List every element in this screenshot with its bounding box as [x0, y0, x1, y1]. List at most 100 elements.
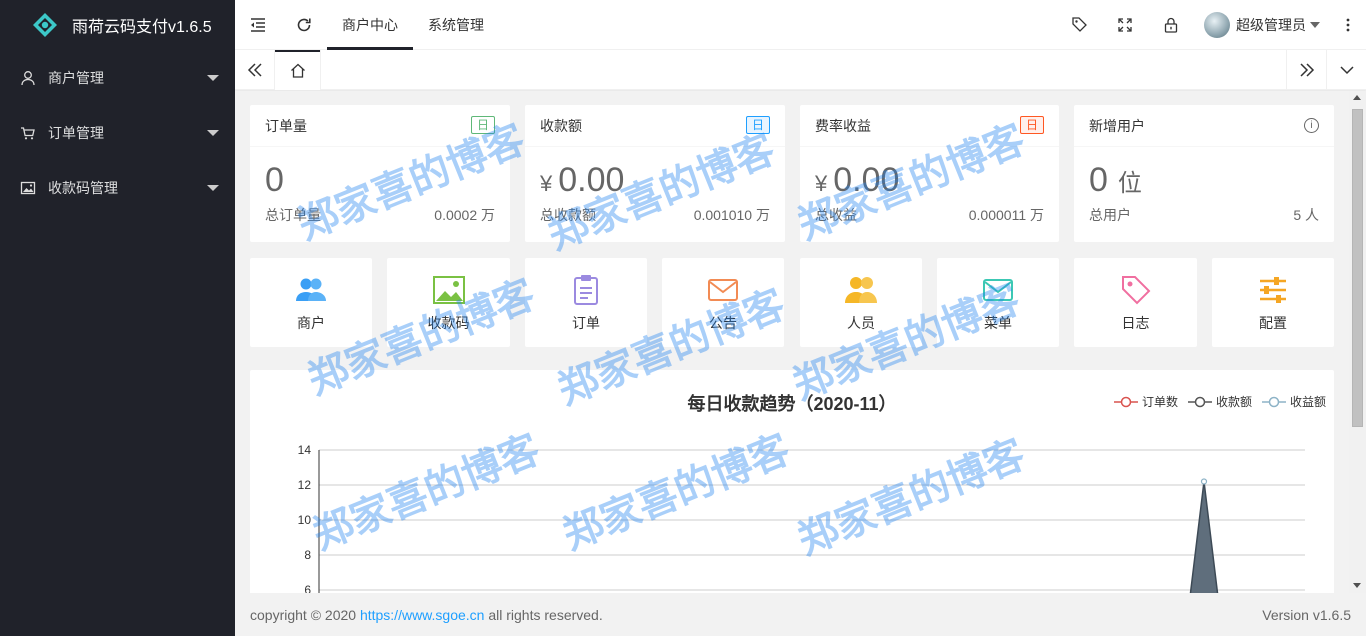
stat-value-number: 0: [265, 161, 284, 199]
lock-screen-button[interactable]: [1148, 0, 1194, 50]
double-chevron-right-icon: [1299, 63, 1314, 77]
shortcut-merchant[interactable]: 商户: [250, 258, 372, 347]
envelope-icon: [983, 278, 1013, 301]
picture-icon: [432, 275, 465, 304]
stat-card-new-users: 新增用户 i 0位 总用户 5 人: [1074, 105, 1334, 242]
stat-card-orders: 订单量 日 0 总订单量 0.0002 万: [250, 105, 510, 242]
tabs-scroll-left-button[interactable]: [235, 50, 275, 90]
currency-symbol: ¥: [815, 171, 828, 196]
stat-foot-value: 5 人: [1293, 207, 1319, 223]
stat-value-number: 0.00: [558, 161, 625, 199]
data-point[interactable]: [1200, 478, 1208, 485]
sliders-icon: [1260, 276, 1286, 303]
mail-icon: [708, 278, 738, 301]
people-icon: [845, 276, 877, 303]
clipboard-icon: [574, 274, 598, 305]
y-tick-label: 14: [298, 443, 312, 457]
users-icon: [296, 278, 326, 301]
fullscreen-button[interactable]: [1102, 0, 1148, 50]
y-tick-label: 8: [304, 548, 311, 562]
shortcut-config[interactable]: 配置: [1212, 258, 1334, 347]
y-tick-label: 6: [304, 583, 311, 593]
sidebar: 雨荷云码支付v1.6.5 商户管理 订单管理 收款码管理: [0, 0, 235, 636]
tabs-menu-button[interactable]: [1326, 50, 1366, 90]
double-chevron-left-icon: [247, 63, 262, 77]
stat-value: ¥0.00: [815, 147, 1044, 205]
theme-button[interactable]: [1056, 0, 1102, 50]
version: Version v1.6.5: [1262, 606, 1351, 623]
shortcut-menu[interactable]: 菜单: [937, 258, 1059, 347]
collapse-menu-button[interactable]: [235, 0, 281, 50]
y-tick-label: 12: [298, 478, 312, 492]
sidebar-item-qrcode[interactable]: 收款码管理: [0, 160, 235, 215]
stat-card-fee-income: 费率收益 日 ¥0.00 总收益 0.000011 万: [800, 105, 1059, 242]
scroll-up-arrow-icon[interactable]: [1353, 95, 1361, 100]
shortcut-label: 菜单: [984, 314, 1012, 331]
stat-value-number: 0: [1089, 161, 1108, 199]
caret-down-icon: [207, 75, 219, 81]
refresh-icon: [297, 18, 311, 31]
scroll-down-arrow-icon[interactable]: [1353, 583, 1361, 588]
scrollbar-thumb[interactable]: [1352, 109, 1363, 427]
shortcut-staff[interactable]: 人员: [800, 258, 922, 347]
main-content: 订单量日 0 总订单量 0.0002 万 收款额日 ¥0.00 总收款额 0.001…: [235, 91, 1349, 593]
shortcut-label: 公告: [709, 314, 737, 331]
shortcut-logs[interactable]: 日志: [1074, 258, 1197, 347]
stat-title: 费率收益: [815, 117, 871, 134]
image-icon: [20, 180, 36, 196]
shortcut-label: 商户: [297, 314, 325, 331]
stat-badge: 日: [745, 116, 770, 134]
shortcut-label: 人员: [847, 314, 875, 331]
avatar: [1204, 11, 1230, 38]
home-tab[interactable]: [275, 50, 321, 90]
shortcut-notice[interactable]: 公告: [662, 258, 784, 347]
stat-value: 0: [265, 147, 495, 205]
stat-value: 0位: [1089, 147, 1319, 205]
logo[interactable]: 雨荷云码支付v1.6.5: [0, 0, 235, 50]
caret-down-icon: [207, 185, 219, 191]
logo-icon: [33, 13, 57, 37]
copyright: copyright © 2020 https://www.sgoe.cn all…: [250, 607, 603, 623]
shortcut-label: 配置: [1259, 314, 1287, 331]
currency-symbol: ¥: [540, 171, 553, 196]
chart-plot: 14 12 10 8 6: [298, 443, 1305, 593]
stat-foot-label: 总收益: [815, 207, 857, 223]
sidebar-item-orders[interactable]: 订单管理: [0, 105, 235, 160]
tabs-scroll-right-button[interactable]: [1286, 50, 1326, 90]
refresh-button[interactable]: [281, 0, 327, 50]
site-link[interactable]: https://www.sgoe.cn: [360, 607, 485, 623]
copyright-suffix: all rights reserved.: [488, 606, 603, 623]
home-icon: [290, 63, 305, 78]
shortcut-orders[interactable]: 订单: [525, 258, 647, 347]
top-header: 商户中心 系统管理 超级管理员: [235, 0, 1366, 50]
more-vertical-icon: [1346, 18, 1350, 31]
tag-icon: [1121, 275, 1150, 304]
stat-title: 收款额: [540, 117, 582, 134]
more-button[interactable]: [1330, 0, 1366, 50]
app-title: 雨荷云码支付v1.6.5: [72, 19, 212, 36]
stat-foot-value: 0.0002 万: [434, 207, 495, 223]
tab-label: 系统管理: [428, 16, 484, 33]
sidebar-item-merchant[interactable]: 商户管理: [0, 50, 235, 105]
series-collection-area: [1189, 481, 1219, 593]
stat-foot-value: 0.001010 万: [693, 207, 770, 223]
tag-icon: [1071, 17, 1087, 32]
caret-down-icon: [207, 130, 219, 136]
user-menu[interactable]: 超级管理员: [1194, 11, 1330, 38]
tab-label: 商户中心: [342, 16, 398, 33]
info-icon[interactable]: i: [1304, 118, 1319, 133]
stat-value-number: 0.00: [833, 161, 900, 199]
lock-icon: [1164, 17, 1178, 33]
shortcut-qrcode[interactable]: 收款码: [387, 258, 510, 347]
tab-system-management[interactable]: 系统管理: [413, 0, 499, 50]
stat-badge: 日: [470, 116, 495, 134]
user-icon: [20, 70, 36, 86]
page-tabs-bar: [235, 50, 1366, 90]
stat-badge: 日: [1019, 116, 1044, 134]
footer: copyright © 2020 https://www.sgoe.cn all…: [235, 593, 1366, 636]
stat-title: 新增用户: [1089, 117, 1145, 134]
tab-merchant-center[interactable]: 商户中心: [327, 0, 413, 50]
content-scrollbar[interactable]: [1349, 91, 1366, 593]
indent-icon: [251, 17, 265, 32]
user-name: 超级管理员: [1236, 16, 1306, 33]
